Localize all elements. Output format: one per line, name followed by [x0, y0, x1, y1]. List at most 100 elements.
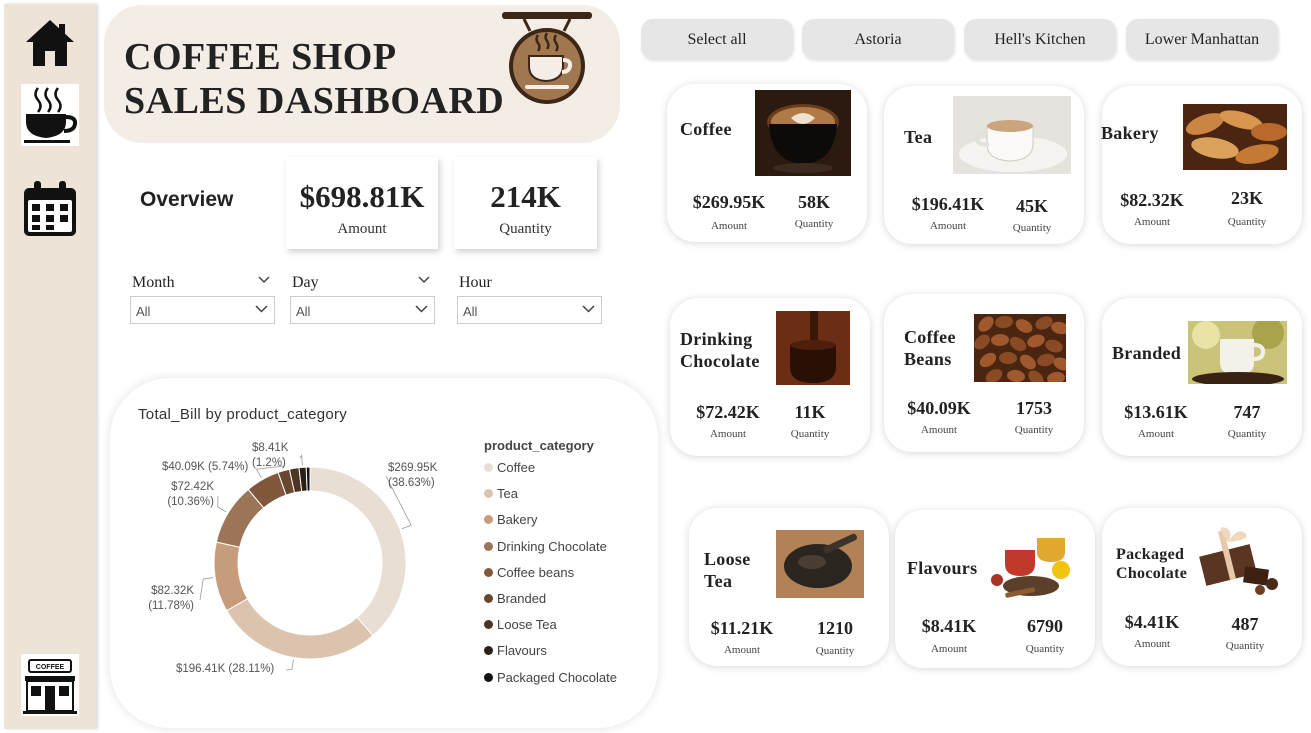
category-card-bakery[interactable]: Bakery $82.32K Amount 23K Quantity [1101, 86, 1302, 244]
category-card-loose-tea[interactable]: Loose Tea $11.21K Amount 1210 Quantity [689, 508, 889, 666]
quantity-kpi-value: 214K [490, 179, 561, 214]
label-coffee-pct: (38.63%) [388, 477, 435, 489]
card-loose-tea-quantity: 1210 [817, 618, 853, 638]
card-tea-quantity-label: Quantity [1012, 222, 1052, 234]
donut-slice-packaged-chocolate[interactable] [305, 466, 311, 492]
legend-item-coffee-beans[interactable]: Coffee beans [484, 565, 574, 580]
card-drinking-chocolate-name-line1: Drinking [680, 329, 753, 349]
shop-sign-text: COFFEE [36, 664, 65, 671]
home-icon[interactable] [4, 18, 96, 68]
coffee-beans-image [974, 314, 1066, 382]
card-coffee-quantity-label: Quantity [794, 218, 834, 230]
day-dropdown[interactable]: All [290, 296, 435, 324]
card-loose-tea-amount-label: Amount [723, 644, 761, 656]
card-tea-quantity: 45K [1015, 196, 1048, 216]
card-branded-name: Branded [1112, 343, 1182, 363]
card-branded-quantity-label: Quantity [1227, 428, 1267, 440]
card-loose-tea-quantity-label: Quantity [815, 645, 855, 657]
coffee-shop-icon[interactable]: COFFEE [4, 654, 96, 716]
quantity-kpi-label: Quantity [499, 221, 552, 237]
category-card-coffee-beans[interactable]: Coffee Beans $40.09K Amount 1753 Quantit… [884, 294, 1084, 452]
donut-chart-panel: Total_Bill by product_category $269.95K … [110, 378, 658, 728]
day-dropdown-value: All [296, 304, 311, 319]
category-card-drinking-chocolate[interactable]: Drinking Chocolate $72.42K Amount 11K Qu… [670, 298, 870, 456]
calendar-icon[interactable] [4, 180, 96, 238]
legend-swatch [484, 541, 493, 551]
legend-label: Loose Tea [497, 617, 557, 633]
legend-item-flavours[interactable]: Flavours [484, 643, 547, 658]
location-select-all-button[interactable]: Select all [641, 19, 793, 59]
legend-item-packaged-chocolate[interactable]: Packaged Chocolate [484, 670, 617, 685]
hour-filter-label: Hour [459, 274, 492, 291]
card-coffee-amount: $269.95K [692, 192, 766, 212]
legend-label: Flavours [497, 643, 547, 659]
card-packaged-chocolate-quantity: 487 [1231, 614, 1259, 634]
legend-item-coffee[interactable]: Coffee [484, 460, 535, 475]
category-card-coffee[interactable]: Coffee $269.95K Amount 58K Quantity [667, 84, 867, 242]
legend-item-loose-tea[interactable]: Loose Tea [484, 617, 557, 632]
legend-item-bakery[interactable]: Bakery [484, 512, 537, 527]
chevron-down-icon[interactable] [418, 276, 430, 284]
flavours-image [985, 530, 1081, 602]
legend-item-drinking-chocolate[interactable]: Drinking Chocolate [484, 539, 607, 554]
location-astoria-button[interactable]: Astoria [802, 19, 954, 59]
location-lower-manhattan-button[interactable]: Lower Manhattan [1126, 19, 1278, 59]
legend-label: Drinking Chocolate [497, 538, 607, 554]
card-tea-amount: $196.41K [911, 194, 985, 214]
month-filter-label: Month [132, 274, 175, 291]
card-coffee-name: Coffee [680, 119, 732, 139]
card-coffee-beans-name: Coffee Beans [904, 326, 956, 370]
tea-cup-image [953, 96, 1071, 174]
month-dropdown-value: All [136, 304, 151, 319]
page-title-line2: SALES DASHBOARD [124, 80, 505, 122]
title-card: COFFEE SHOP SALES DASHBOARD [104, 5, 620, 143]
hour-dropdown[interactable]: All [457, 296, 602, 324]
legend-swatch [484, 594, 493, 603]
day-filter-label: Day [292, 274, 319, 291]
hour-dropdown-value: All [463, 304, 478, 319]
legend-swatch [484, 567, 493, 577]
card-loose-tea-name-line1: Loose [704, 549, 751, 569]
card-flavours-amount-label: Amount [930, 643, 968, 655]
donut-slice-coffee[interactable] [309, 466, 407, 637]
coffee-latte-image [755, 90, 851, 176]
donut-slice-tea[interactable] [225, 598, 374, 660]
legend-item-branded[interactable]: Branded [484, 591, 546, 606]
card-drinking-chocolate-name: Drinking Chocolate [680, 328, 760, 372]
month-dropdown[interactable]: All [130, 296, 275, 324]
card-bakery-quantity-label: Quantity [1227, 216, 1267, 228]
card-drinking-chocolate-name-line2: Chocolate [680, 351, 760, 371]
label-flavours-pct: (1.2%) [252, 457, 286, 469]
amount-kpi-label: Amount [337, 221, 387, 237]
leader-line [217, 495, 227, 513]
card-tea-amount-label: Amount [929, 220, 967, 232]
location-hells-kitchen-button[interactable]: Hell's Kitchen [964, 19, 1116, 59]
legend-item-tea[interactable]: Tea [484, 486, 518, 501]
card-loose-tea-name: Loose Tea [704, 548, 751, 592]
card-packaged-chocolate-name-line1: Packaged [1116, 546, 1185, 563]
label-drinking-chocolate: $72.42K (10.36%) [164, 480, 214, 510]
chevron-down-icon[interactable] [258, 276, 270, 284]
category-card-tea[interactable]: Tea $196.41K Amount 45K Quantity [884, 86, 1084, 244]
card-bakery-amount: $82.32K [1120, 190, 1184, 210]
card-drinking-chocolate-quantity-label: Quantity [790, 428, 830, 440]
card-coffee-beans-quantity: 1753 [1016, 398, 1052, 418]
card-packaged-chocolate-name: Packaged Chocolate [1116, 545, 1187, 583]
card-coffee-beans-name-line1: Coffee [904, 327, 956, 347]
loose-tea-image [776, 530, 864, 598]
leader-line [285, 659, 294, 671]
legend-swatch [484, 515, 493, 525]
sidebar: COFFEE [4, 4, 96, 729]
card-loose-tea-name-line2: Tea [704, 571, 733, 591]
card-drinking-chocolate-amount: $72.42K [696, 402, 760, 422]
coffee-sign-icon [500, 9, 596, 112]
card-drinking-chocolate-quantity: 11K [794, 402, 826, 422]
category-card-branded[interactable]: Branded $13.61K Amount 747 Quantity [1102, 298, 1302, 456]
card-packaged-chocolate-amount-label: Amount [1133, 638, 1171, 650]
category-card-packaged-chocolate[interactable]: Packaged Chocolate $4.41K Amount 487 Qua… [1102, 508, 1302, 666]
card-branded-amount-label: Amount [1137, 428, 1175, 440]
coffee-cup-icon[interactable] [4, 84, 96, 146]
legend-label: Coffee [497, 460, 536, 475]
category-card-flavours[interactable]: Flavours $8.41K Amount 6790 Quantity [895, 510, 1095, 668]
donut-slice-bakery[interactable] [213, 541, 249, 612]
